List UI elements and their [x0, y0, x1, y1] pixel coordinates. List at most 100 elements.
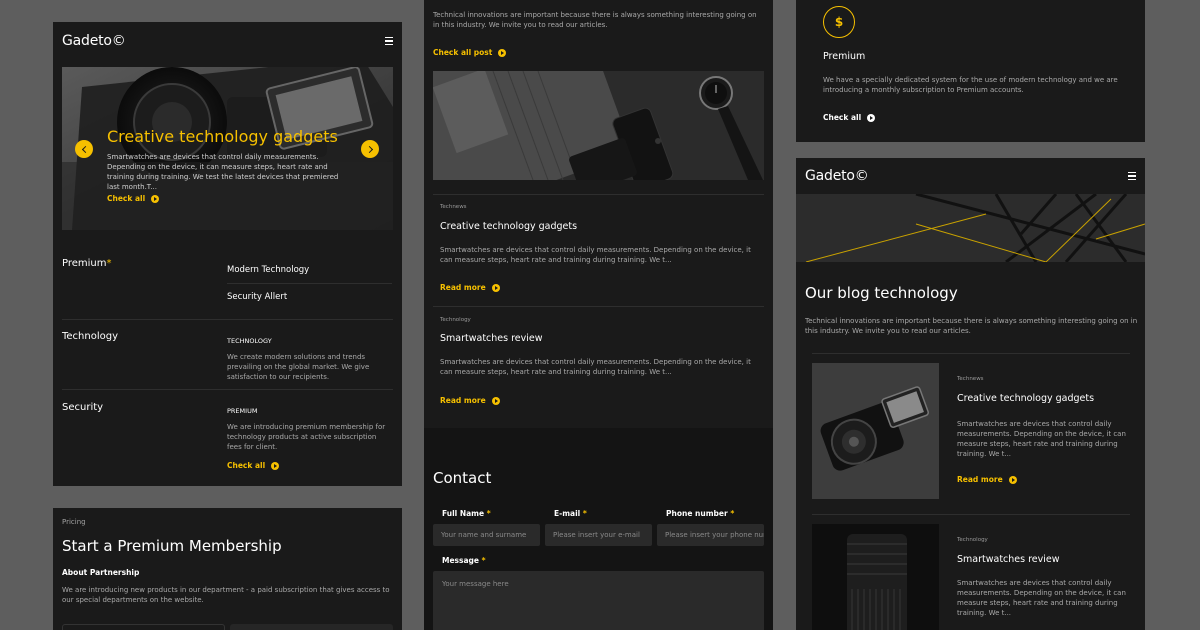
- read-more-link[interactable]: Read more: [440, 283, 500, 292]
- camera-image: [812, 363, 939, 499]
- premium-card-text: We have a specially dedicated system for…: [823, 76, 1118, 94]
- arrow-right-icon: [491, 396, 500, 405]
- menu-security[interactable]: Security: [62, 402, 103, 413]
- phone-label: Phone number *: [666, 509, 734, 518]
- message-placeholder: Your message here: [442, 580, 509, 588]
- slider-next-button[interactable]: [361, 140, 379, 158]
- check-all-post-link[interactable]: Check all post: [433, 48, 507, 57]
- divider: [433, 306, 764, 307]
- read-more-link[interactable]: Read more: [440, 396, 500, 405]
- pricing-subtitle: About Partnership: [62, 568, 140, 577]
- post-title[interactable]: Creative technology gadgets: [957, 393, 1094, 404]
- read-more-label: Read more: [440, 396, 486, 405]
- abstract-lines-image: [796, 194, 1145, 262]
- left-panel: Gadeto© Creative technology gadgets Smar…: [53, 22, 402, 486]
- blog-title: Our blog technology: [805, 284, 958, 302]
- phone-label-text: Phone number: [666, 509, 728, 518]
- read-more-link[interactable]: Read more: [957, 475, 1017, 484]
- blog-intro: Technical innovations are important beca…: [805, 317, 1138, 335]
- pricing-panel: Pricing Start a Premium Membership About…: [53, 508, 402, 630]
- post-category[interactable]: Technews: [440, 204, 467, 210]
- blog-banner: [796, 194, 1145, 262]
- post-title[interactable]: Creative technology gadgets: [440, 221, 577, 232]
- divider: [433, 194, 764, 195]
- post-text: Smartwatches are devices that control da…: [440, 358, 751, 376]
- premium-heading: PREMIUM: [227, 407, 258, 415]
- blog-header: Gadeto©: [805, 168, 1136, 184]
- technology-heading: TECHNOLOGY: [227, 337, 272, 345]
- technology-text: We create modern solutions and trends pr…: [227, 353, 370, 381]
- post-thumbnail[interactable]: [812, 524, 939, 630]
- blog-intro: Technical innovations are important beca…: [433, 11, 757, 29]
- post-category[interactable]: Technews: [957, 376, 984, 382]
- arrow-right-icon: [867, 113, 876, 122]
- pricing-title: Start a Premium Membership: [62, 537, 282, 555]
- submenu-security-allert[interactable]: Security Allert: [227, 292, 287, 302]
- premium-card-link-label: Check all: [823, 113, 862, 122]
- arrow-right-icon: [151, 194, 160, 203]
- hero-link-label: Check all: [107, 194, 146, 203]
- lens-image: [812, 524, 939, 630]
- email-input[interactable]: Please insert your e-mail: [545, 524, 652, 546]
- camera-image: [62, 67, 393, 230]
- dollar-symbol: $: [834, 15, 844, 29]
- post-text: Smartwatches are devices that control da…: [957, 420, 1126, 458]
- required-mark: *: [582, 509, 587, 518]
- laptop-phone-watch-image: [433, 71, 764, 180]
- premium-card-check-all-link[interactable]: Check all: [823, 113, 876, 122]
- blog-panel: Gadeto© Our blog technology Technical in…: [796, 158, 1145, 630]
- premium-star: *: [106, 258, 112, 269]
- hero-text: Smartwatches are devices that control da…: [107, 153, 339, 191]
- message-label-text: Message: [442, 556, 479, 565]
- post-title[interactable]: Smartwatches review: [440, 333, 543, 344]
- read-more-label: Read more: [957, 475, 1003, 484]
- post-title[interactable]: Smartwatches review: [957, 554, 1060, 565]
- full-name-input[interactable]: Your name and surname: [433, 524, 540, 546]
- email-label: E-mail *: [554, 509, 587, 518]
- message-label: Message *: [442, 556, 486, 565]
- required-mark: *: [730, 509, 735, 518]
- hero-check-all-link[interactable]: Check all: [107, 194, 160, 203]
- premium-link-label: Check all: [227, 461, 266, 470]
- pricing-text: We are introducing new products in our d…: [62, 586, 390, 604]
- message-textarea[interactable]: Your message here: [433, 571, 764, 630]
- menu-premium[interactable]: Premium*: [62, 258, 112, 269]
- full-name-label: Full Name *: [442, 509, 491, 518]
- post-category[interactable]: Technology: [957, 537, 988, 543]
- premium-card-title: Premium: [823, 51, 866, 62]
- premium-card-panel: $ Premium We have a specially dedicated …: [796, 0, 1145, 142]
- divider: [62, 389, 393, 390]
- required-mark: *: [486, 509, 491, 518]
- pricing-card-1[interactable]: [62, 624, 225, 630]
- divider: [227, 283, 392, 284]
- contact-title: Contact: [433, 469, 492, 487]
- logo[interactable]: Gadeto©: [805, 168, 869, 184]
- email-label-text: E-mail: [554, 509, 581, 518]
- hero-slider: Creative technology gadgets Smartwatches…: [62, 67, 393, 230]
- check-all-post-label: Check all post: [433, 48, 493, 57]
- post-category[interactable]: Technology: [440, 317, 471, 323]
- hamburger-menu-icon[interactable]: [385, 37, 393, 45]
- arrow-right-icon: [491, 283, 500, 292]
- hero-title: Creative technology gadgets: [107, 127, 338, 146]
- post-thumbnail[interactable]: [812, 363, 939, 499]
- post-text: Smartwatches are devices that control da…: [440, 246, 751, 264]
- menu-technology[interactable]: Technology: [62, 331, 118, 342]
- read-more-label: Read more: [440, 283, 486, 292]
- arrow-right-icon: [271, 461, 280, 470]
- post-text: Smartwatches are devices that control da…: [957, 579, 1126, 617]
- full-name-label-text: Full Name: [442, 509, 485, 518]
- phone-input[interactable]: Please insert your phone number: [657, 524, 764, 546]
- arrow-right-icon: [498, 48, 507, 57]
- divider: [62, 319, 393, 320]
- hamburger-menu-icon[interactable]: [1128, 172, 1136, 180]
- logo[interactable]: Gadeto©: [62, 33, 126, 49]
- pricing-card-2[interactable]: [230, 624, 393, 630]
- submenu-modern-technology[interactable]: Modern Technology: [227, 265, 309, 275]
- premium-check-all-link[interactable]: Check all: [227, 461, 280, 470]
- left-header: Gadeto©: [62, 33, 393, 49]
- premium-text: We are introducing premium membership fo…: [227, 423, 386, 451]
- slider-prev-button[interactable]: [75, 140, 93, 158]
- chevron-left-icon: [81, 145, 89, 153]
- contact-section: Contact Full Name * E-mail * Phone numbe…: [424, 428, 773, 630]
